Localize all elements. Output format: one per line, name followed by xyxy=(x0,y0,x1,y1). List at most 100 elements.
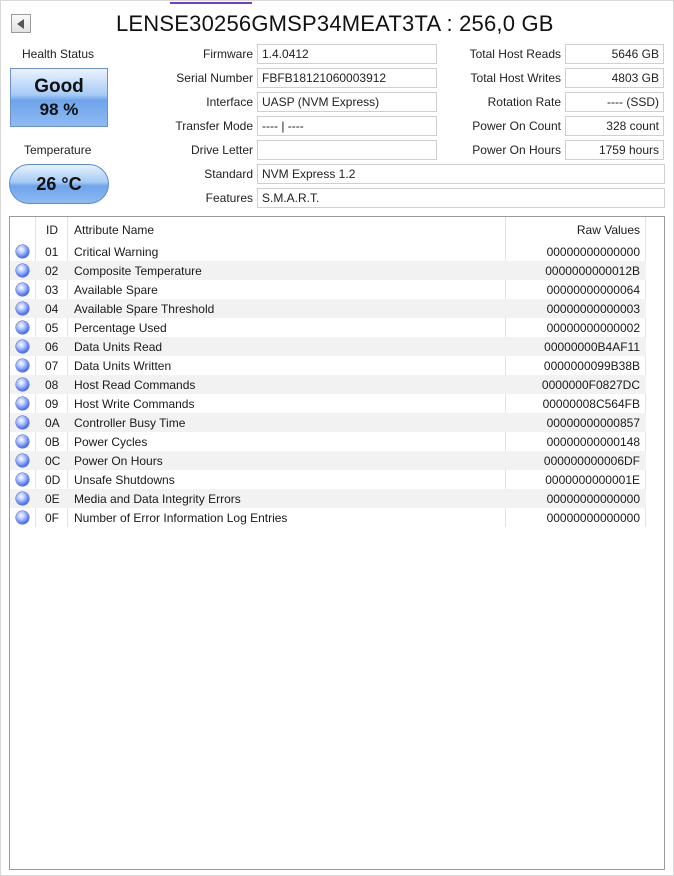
attribute-id: 0C xyxy=(45,454,61,468)
attribute-id: 0F xyxy=(45,511,60,525)
power-on-hours-label: Power On Hours xyxy=(472,143,561,157)
power-on-count-field: 328 count xyxy=(565,116,664,136)
firmware-field: 1.4.0412 xyxy=(257,44,437,64)
health-status-badge[interactable]: Good 98 % xyxy=(10,68,108,127)
table-row[interactable]: 02 Composite Temperature 0000000000012B xyxy=(10,261,646,280)
header-attribute-name[interactable]: Attribute Name xyxy=(74,223,154,237)
header-id[interactable]: ID xyxy=(46,223,58,237)
table-row[interactable]: 09 Host Write Commands 00000008C564FB xyxy=(10,394,646,413)
status-good-icon xyxy=(16,340,29,353)
attribute-raw-value: 0000000000001E xyxy=(545,473,640,487)
table-row[interactable]: 04 Available Spare Threshold 0000000000000… xyxy=(10,299,646,318)
attribute-raw-value: 00000000000000 xyxy=(546,511,640,525)
status-good-icon xyxy=(16,511,29,524)
status-good-icon xyxy=(16,378,29,391)
features-label: Features xyxy=(205,191,253,205)
attribute-raw-value: 00000000000064 xyxy=(546,283,640,297)
attribute-name: Data Units Written xyxy=(74,359,172,373)
attribute-raw-value: 0000000000012B xyxy=(545,264,640,278)
status-good-icon xyxy=(16,473,29,486)
status-good-icon xyxy=(16,359,29,372)
drive-letter-field xyxy=(257,140,437,160)
status-good-icon xyxy=(16,454,29,467)
power-on-hours-field: 1759 hours xyxy=(565,140,664,160)
attribute-name: Percentage Used xyxy=(74,321,167,335)
table-header: ID Attribute Name Raw Values xyxy=(10,217,664,243)
smart-attributes-table[interactable]: ID Attribute Name Raw Values 01 Critical … xyxy=(9,216,665,870)
attribute-id: 04 xyxy=(45,302,59,316)
attribute-raw-value: 00000000000148 xyxy=(546,435,640,449)
interface-field: UASP (NVM Express) xyxy=(257,92,437,112)
attribute-id: 0A xyxy=(45,416,60,430)
temperature-label: Temperature xyxy=(24,143,92,157)
attribute-name: Host Read Commands xyxy=(74,378,196,392)
interface-label: Interface xyxy=(206,95,253,109)
header-raw-values[interactable]: Raw Values xyxy=(577,223,640,237)
status-good-icon xyxy=(16,321,29,334)
table-row[interactable]: 0D Unsafe Shutdowns 0000000000001E xyxy=(10,470,646,489)
table-row[interactable]: 05 Percentage Used 00000000000002 xyxy=(10,318,646,337)
power-on-count-label: Power On Count xyxy=(472,119,561,133)
disk-title: LENSE30256GMSP34MEAT3TA : 256,0 GB xyxy=(116,11,554,36)
attribute-raw-value: 00000000000002 xyxy=(546,321,640,335)
status-good-icon xyxy=(16,264,29,277)
attribute-id: 01 xyxy=(45,245,59,259)
table-row[interactable]: 06 Data Units Read 00000000B4AF11 xyxy=(10,337,646,356)
serial-number-label: Serial Number xyxy=(176,71,253,85)
attribute-raw-value: 00000000000857 xyxy=(546,416,640,430)
status-good-icon xyxy=(16,245,29,258)
attribute-raw-value: 000000000006DF xyxy=(543,454,640,468)
attribute-name: Number of Error Information Log Entries xyxy=(74,511,288,525)
attribute-name: Media and Data Integrity Errors xyxy=(74,492,241,506)
temperature-badge[interactable]: 26 °C xyxy=(9,164,109,204)
attribute-raw-value: 00000000000000 xyxy=(546,245,640,259)
attribute-id: 05 xyxy=(45,321,59,335)
left-arrow-icon xyxy=(16,18,24,29)
total-host-reads-label: Total Host Reads xyxy=(469,47,561,61)
attribute-id: 0B xyxy=(45,435,60,449)
attribute-name: Unsafe Shutdowns xyxy=(74,473,175,487)
features-field: S.M.A.R.T. xyxy=(257,188,665,208)
attribute-raw-value: 00000000000000 xyxy=(546,492,640,506)
serial-number-field: FBFB18121060003912 xyxy=(257,68,437,88)
table-row[interactable]: 08 Host Read Commands 0000000F0827DC xyxy=(10,375,646,394)
table-row[interactable]: 03 Available Spare 00000000000064 xyxy=(10,280,646,299)
status-good-icon xyxy=(16,302,29,315)
status-good-icon xyxy=(16,397,29,410)
total-host-writes-field: 4803 GB xyxy=(565,68,664,88)
attribute-id: 09 xyxy=(45,397,59,411)
table-row[interactable]: 07 Data Units Written 0000000099B38B xyxy=(10,356,646,375)
attribute-raw-value: 00000008C564FB xyxy=(542,397,640,411)
attribute-id: 06 xyxy=(45,340,59,354)
attribute-id: 07 xyxy=(45,359,59,373)
drive-letter-label: Drive Letter xyxy=(190,143,253,157)
table-row[interactable]: 0F Number of Error Information Log Entrie… xyxy=(10,508,646,527)
health-status-label: Health Status xyxy=(22,47,95,61)
attribute-name: Power On Hours xyxy=(74,454,163,468)
attribute-name: Data Units Read xyxy=(74,340,163,354)
transfer-mode-label: Transfer Mode xyxy=(175,119,253,133)
table-row[interactable]: 0A Controller Busy Time 00000000000857 xyxy=(10,413,646,432)
attribute-name: Host Write Commands xyxy=(74,397,195,411)
status-good-icon xyxy=(16,283,29,296)
status-good-icon xyxy=(16,492,29,505)
attribute-id: 08 xyxy=(45,378,59,392)
total-host-writes-label: Total Host Writes xyxy=(470,71,561,85)
rotation-rate-label: Rotation Rate xyxy=(487,95,561,109)
attribute-raw-value: 00000000B4AF11 xyxy=(544,340,640,354)
rotation-rate-field: ---- (SSD) xyxy=(565,92,664,112)
attribute-name: Controller Busy Time xyxy=(74,416,186,430)
table-row[interactable]: 0B Power Cycles 00000000000148 xyxy=(10,432,646,451)
standard-label: Standard xyxy=(204,167,253,181)
attribute-id: 03 xyxy=(45,283,59,297)
total-host-reads-field: 5646 GB xyxy=(565,44,664,64)
attribute-raw-value: 00000000000003 xyxy=(546,302,640,316)
table-row[interactable]: 01 Critical Warning 00000000000000 xyxy=(10,242,646,261)
attribute-name: Power Cycles xyxy=(74,435,148,449)
table-row[interactable]: 0E Media and Data Integrity Errors 0000000… xyxy=(10,489,646,508)
standard-field: NVM Express 1.2 xyxy=(257,164,665,184)
table-row[interactable]: 0C Power On Hours 000000000006DF xyxy=(10,451,646,470)
status-good-icon xyxy=(16,416,29,429)
previous-disk-button[interactable] xyxy=(11,14,31,33)
firmware-label: Firmware xyxy=(203,47,253,61)
